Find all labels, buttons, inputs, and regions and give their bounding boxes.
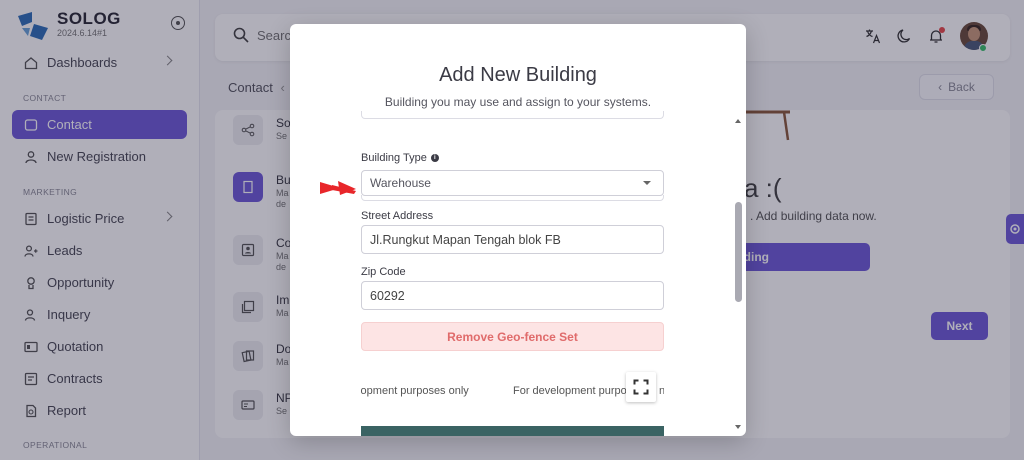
caret-down-icon xyxy=(643,181,651,185)
info-icon[interactable]: i xyxy=(430,154,439,162)
map-watermark: For development purpo xyxy=(513,385,627,397)
map-watermark: elopment purposes only xyxy=(361,385,469,397)
map-watermark: n xyxy=(659,385,664,397)
map-dev-banner: elopment purposes only For development p… xyxy=(361,364,664,426)
select-box-edge xyxy=(361,195,664,201)
building-type-select[interactable]: Warehouse xyxy=(361,170,664,196)
red-arrow-icon xyxy=(320,181,356,195)
zip-code-label: Zip Code xyxy=(361,266,406,278)
scroll-down-icon[interactable] xyxy=(735,425,741,429)
modal-title: Add New Building xyxy=(439,64,597,86)
street-address-label: Street Address xyxy=(361,210,434,222)
zip-code-input[interactable] xyxy=(361,281,664,310)
building-type-label: Building Type i xyxy=(361,152,439,164)
building-type-value: Warehouse xyxy=(370,176,431,190)
add-building-modal: Add New Building Building you may use an… xyxy=(290,24,746,436)
scroll-up-icon[interactable] xyxy=(735,119,741,123)
scroll-thumb[interactable] xyxy=(735,202,742,302)
field-box-edge xyxy=(361,111,664,119)
modal-body: Building you may use and assign to your … xyxy=(290,86,746,436)
building-type-label-text: Building Type xyxy=(361,152,427,164)
modal-scrollbar[interactable] xyxy=(732,115,744,435)
modal-subtitle: Building you may use and assign to your … xyxy=(384,95,652,109)
remove-geofence-button[interactable]: Remove Geo-fence Set xyxy=(361,322,664,351)
map-view[interactable]: elopment purposes only For development p… xyxy=(361,364,664,436)
fullscreen-icon[interactable] xyxy=(626,372,656,402)
street-address-input[interactable] xyxy=(361,225,664,254)
